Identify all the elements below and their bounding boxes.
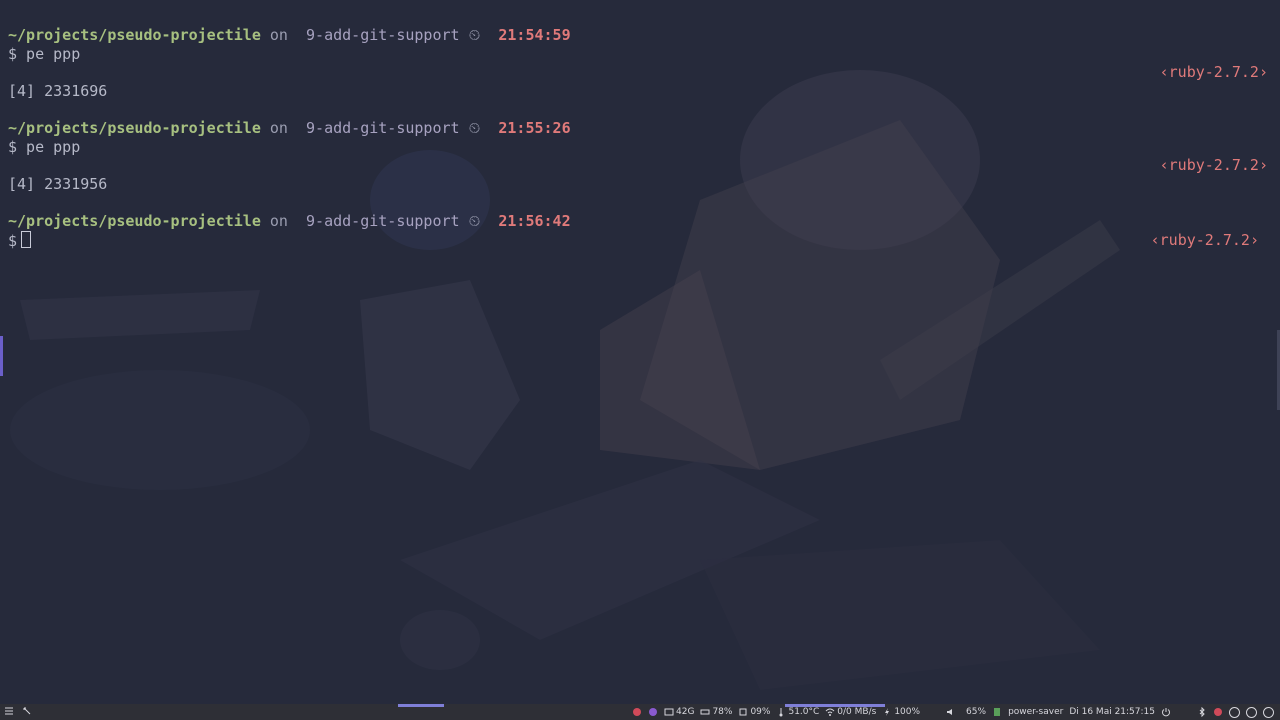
command-output: [4] 2331956: [8, 175, 108, 193]
prompt-path: ~/projects/pseudo-projectile: [8, 26, 261, 44]
wifi-icon: [825, 707, 835, 717]
disk-icon: [664, 707, 674, 717]
ruby-version: ‹ruby-2.7.2›: [1150, 231, 1259, 249]
clock-icon: ⏲: [468, 119, 481, 137]
prompt-path: ~/projects/pseudo-projectile: [8, 212, 261, 230]
disk-indicator: 42G: [664, 707, 694, 717]
clock[interactable]: Di 16 Mai 21:57:15: [1069, 707, 1155, 717]
media-play-icon[interactable]: [1263, 706, 1274, 718]
app-icon-red[interactable]: [632, 707, 642, 717]
memory-value: 78%: [712, 707, 733, 717]
notification-icon[interactable]: [1213, 707, 1223, 717]
clock-icon: ⏲: [468, 212, 481, 230]
tool-icon[interactable]: [22, 706, 32, 716]
cpu-value: 09%: [750, 707, 771, 717]
battery-indicator: 100%: [882, 707, 920, 717]
left-edge-marker: [0, 336, 3, 376]
volume-value: 65%: [966, 707, 987, 717]
taskbar: 42G 78% 09% 51.0°C 0/0 MB/s 100% 65% pow…: [0, 704, 1280, 720]
prompt-time: 21:55:26: [498, 119, 571, 137]
clock-icon: ⏲: [468, 26, 481, 44]
bluetooth-icon[interactable]: [1197, 706, 1207, 718]
steam-icon[interactable]: [1246, 706, 1257, 718]
battery-value: 100%: [894, 707, 921, 717]
network-value: 0/0 MB/s: [837, 707, 877, 717]
command-output: [4] 2331696: [8, 82, 108, 100]
git-branch: 9-add-git-support: [306, 212, 460, 230]
ruby-version: ‹ruby-2.7.2›: [1159, 156, 1268, 174]
git-branch: 9-add-git-support: [306, 26, 460, 44]
command-line: $ pe ppp: [8, 45, 81, 63]
prompt-path: ~/projects/pseudo-projectile: [8, 119, 261, 137]
text-cursor[interactable]: [21, 231, 32, 248]
disk-value: 42G: [676, 707, 695, 717]
prompt-time: 21:54:59: [498, 26, 571, 44]
workspace-indicator[interactable]: [398, 704, 444, 707]
power-profile-icon: [992, 707, 1002, 717]
prompt-line: ~/projects/pseudo-projectile on 9-add-gi…: [8, 26, 571, 45]
temperature-value: 51.0°C: [788, 707, 820, 717]
thermometer-icon: [776, 707, 786, 717]
menu-icon[interactable]: [4, 706, 14, 716]
git-branch: 9-add-git-support: [306, 119, 460, 137]
battery-icon: [882, 707, 892, 717]
command-line: $ pe ppp: [8, 138, 81, 156]
prompt-symbol: $: [8, 232, 18, 250]
prompt-on: on: [269, 119, 288, 137]
memory-icon: [700, 707, 710, 717]
speaker-icon: [946, 707, 956, 717]
cpu-icon: [738, 707, 748, 717]
prompt-line: ~/projects/pseudo-projectile on 9-add-gi…: [8, 119, 571, 138]
settings-icon[interactable]: [1229, 706, 1240, 718]
temperature-indicator: 51.0°C: [776, 707, 819, 717]
app-icon-purple[interactable]: [648, 707, 658, 717]
memory-indicator: 78%: [700, 707, 732, 717]
power-profile[interactable]: power-saver: [1008, 707, 1063, 717]
volume-indicator[interactable]: 65%: [946, 707, 986, 717]
ruby-version: ‹ruby-2.7.2›: [1159, 63, 1268, 81]
prompt-time: 21:56:42: [498, 212, 571, 230]
network-indicator: 0/0 MB/s: [825, 707, 876, 717]
prompt-line: ~/projects/pseudo-projectile on 9-add-gi…: [8, 212, 571, 231]
prompt-on: on: [269, 212, 288, 230]
cpu-indicator: 09%: [738, 707, 770, 717]
power-icon[interactable]: [1161, 707, 1171, 717]
prompt-on: on: [269, 26, 288, 44]
terminal-window[interactable]: ~/projects/pseudo-projectile on 9-add-gi…: [0, 0, 1280, 704]
active-command-line[interactable]: $: [8, 231, 32, 250]
